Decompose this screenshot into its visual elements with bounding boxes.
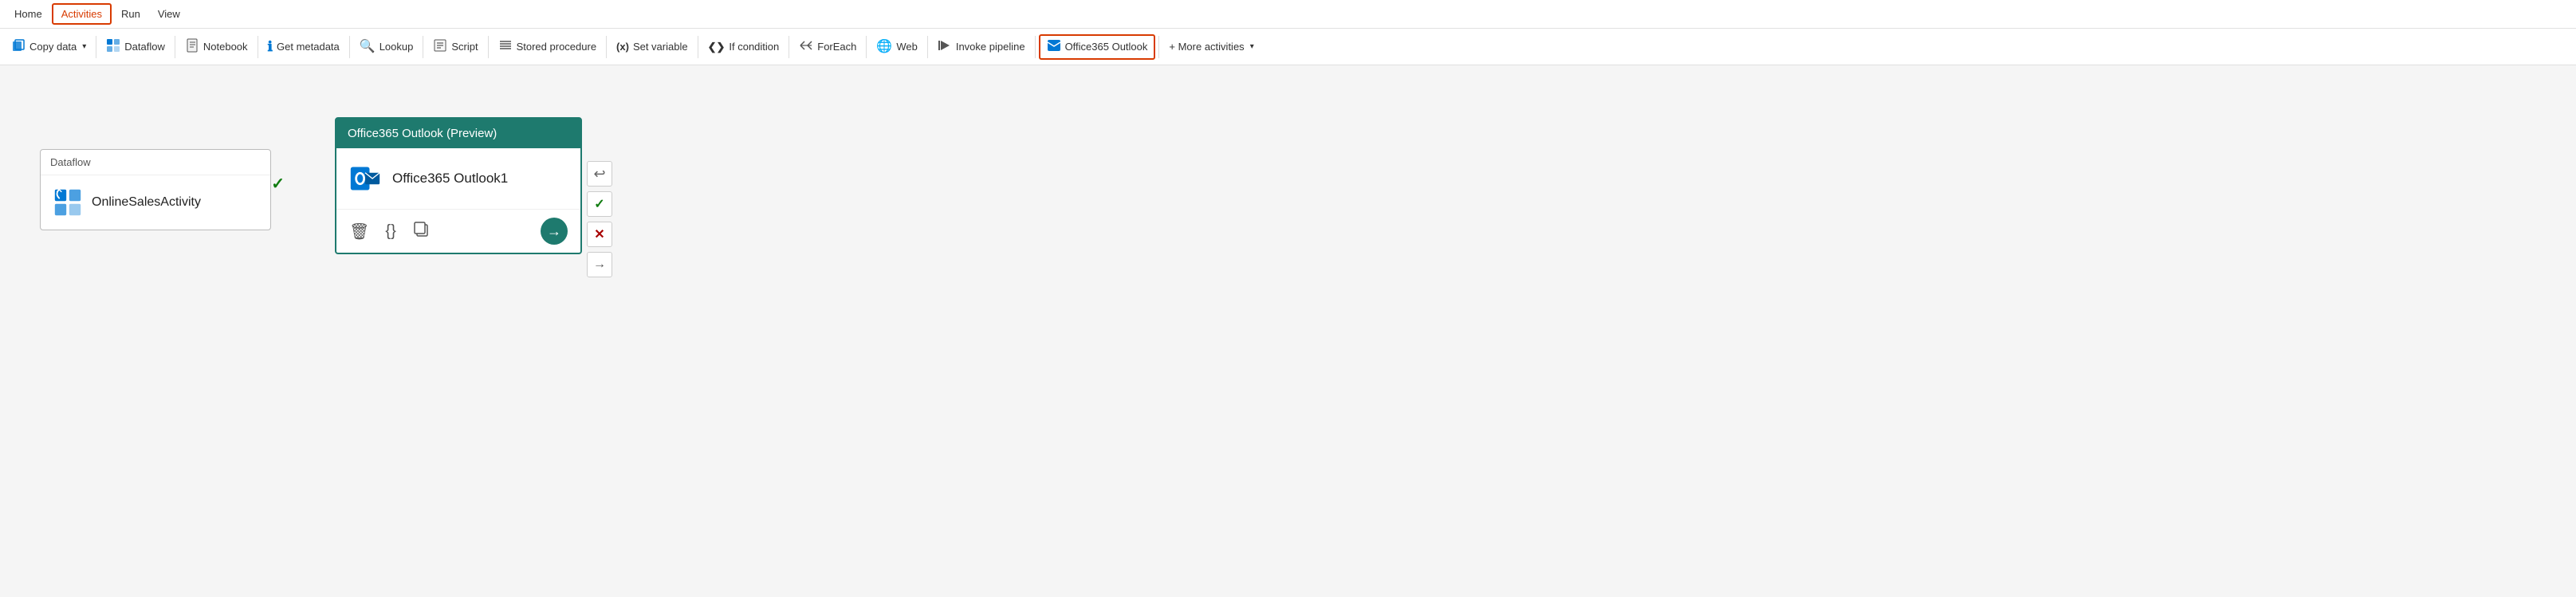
toolbar-notebook[interactable]: Notebook bbox=[179, 35, 254, 59]
divider-7 bbox=[606, 36, 607, 58]
foreach-label: ForEach bbox=[817, 41, 856, 53]
toolbar-dataflow[interactable]: Dataflow bbox=[100, 35, 171, 59]
menu-bar: Home Activities Run View bbox=[0, 0, 2576, 29]
copy-data-caret: ▾ bbox=[82, 42, 86, 51]
menu-run[interactable]: Run bbox=[113, 5, 148, 23]
stored-procedure-label: Stored procedure bbox=[517, 41, 596, 53]
set-variable-label: Set variable bbox=[633, 41, 688, 53]
foreach-icon bbox=[799, 38, 813, 56]
web-label: Web bbox=[896, 41, 918, 53]
set-variable-icon: (x) bbox=[616, 41, 629, 52]
toolbar-set-variable[interactable]: (x) Set variable bbox=[610, 37, 694, 56]
invoke-pipeline-label: Invoke pipeline bbox=[956, 41, 1025, 53]
delete-button[interactable]: 🗑 bbox=[349, 222, 369, 242]
menu-home[interactable]: Home bbox=[6, 5, 50, 23]
divider-13 bbox=[1158, 36, 1159, 58]
toolbar-get-metadata[interactable]: ℹ Get metadata bbox=[262, 37, 346, 57]
notebook-label: Notebook bbox=[203, 41, 248, 53]
toolbar-foreach[interactable]: ForEach bbox=[792, 35, 863, 59]
office365-side-controls: ↩ ✓ ✕ → bbox=[587, 161, 612, 277]
divider-12 bbox=[1035, 36, 1036, 58]
toolbar-office365[interactable]: Office365 Outlook bbox=[1039, 34, 1156, 60]
toolbar-stored-procedure[interactable]: Stored procedure bbox=[492, 35, 603, 59]
divider-11 bbox=[927, 36, 928, 58]
more-activities-label: + More activities bbox=[1169, 41, 1244, 53]
lookup-icon: 🔍 bbox=[360, 41, 376, 53]
toolbar-script[interactable]: Script bbox=[427, 35, 484, 59]
toolbar-copy-data[interactable]: Copy data ▾ bbox=[5, 35, 92, 59]
script-label: Script bbox=[451, 41, 478, 53]
more-activities-caret: ▾ bbox=[1250, 42, 1254, 51]
office365-toolbar-icon bbox=[1047, 39, 1061, 55]
office365-card[interactable]: Office365 Outlook (Preview) Office365 Ou… bbox=[335, 117, 582, 254]
script-icon bbox=[433, 38, 447, 56]
menu-activities[interactable]: Activities bbox=[52, 3, 112, 25]
menu-view[interactable]: View bbox=[150, 5, 188, 23]
dataflow-icon bbox=[106, 38, 120, 56]
toolbar-web[interactable]: 🌐 Web bbox=[870, 37, 923, 57]
lookup-label: Lookup bbox=[380, 41, 414, 53]
toolbar-lookup[interactable]: 🔍 Lookup bbox=[353, 37, 420, 57]
divider-10 bbox=[866, 36, 867, 58]
if-condition-label: If condition bbox=[729, 41, 779, 53]
toolbar-if-condition[interactable]: ❮❯ If condition bbox=[702, 37, 786, 56]
copy-data-icon bbox=[11, 38, 26, 56]
copy-button[interactable] bbox=[412, 220, 430, 242]
next-button[interactable]: → bbox=[587, 252, 612, 277]
office365-card-header: Office365 Outlook (Preview) bbox=[336, 119, 580, 148]
toolbar: Copy data ▾ Dataflow Notebook bbox=[0, 29, 2576, 65]
web-icon: 🌐 bbox=[876, 41, 892, 53]
outlook-card-icon bbox=[349, 163, 381, 194]
divider-6 bbox=[488, 36, 489, 58]
office365-card-name: Office365 Outlook1 bbox=[392, 171, 508, 187]
invoke-pipeline-icon bbox=[938, 38, 952, 56]
get-metadata-label: Get metadata bbox=[277, 41, 340, 53]
notebook-icon bbox=[185, 38, 199, 56]
toolbar-more-activities[interactable]: + More activities ▾ bbox=[1162, 37, 1260, 56]
office365-card-body: Office365 Outlook1 bbox=[336, 148, 580, 210]
success-button[interactable]: ✓ bbox=[587, 191, 612, 217]
divider-4 bbox=[349, 36, 350, 58]
dataflow-card-check: ✓ bbox=[271, 174, 285, 194]
office365-card-actions: 🗑 {} → bbox=[336, 210, 580, 253]
undo-button[interactable]: ↩ bbox=[587, 161, 612, 187]
copy-data-label: Copy data bbox=[29, 41, 77, 53]
go-button[interactable]: → bbox=[541, 218, 568, 245]
stored-procedure-icon bbox=[498, 38, 513, 56]
failure-button[interactable]: ✕ bbox=[587, 222, 612, 247]
toolbar-invoke-pipeline[interactable]: Invoke pipeline bbox=[931, 35, 1032, 59]
if-condition-icon: ❮❯ bbox=[708, 41, 726, 52]
dataflow-card-body: OnlineSalesActivity bbox=[41, 175, 270, 230]
office365-toolbar-label: Office365 Outlook bbox=[1065, 41, 1148, 53]
dataflow-card[interactable]: Dataflow OnlineSalesActivity ✓ bbox=[40, 149, 271, 230]
dataflow-card-name: OnlineSalesActivity bbox=[92, 195, 201, 210]
dataflow-card-header: Dataflow bbox=[41, 150, 270, 175]
get-metadata-icon: ℹ bbox=[268, 40, 273, 53]
json-button[interactable]: {} bbox=[385, 222, 395, 241]
dataflow-card-icon bbox=[53, 188, 82, 217]
dataflow-label: Dataflow bbox=[124, 41, 165, 53]
canvas: Dataflow OnlineSalesActivity ✓ Office365 bbox=[0, 65, 2576, 597]
